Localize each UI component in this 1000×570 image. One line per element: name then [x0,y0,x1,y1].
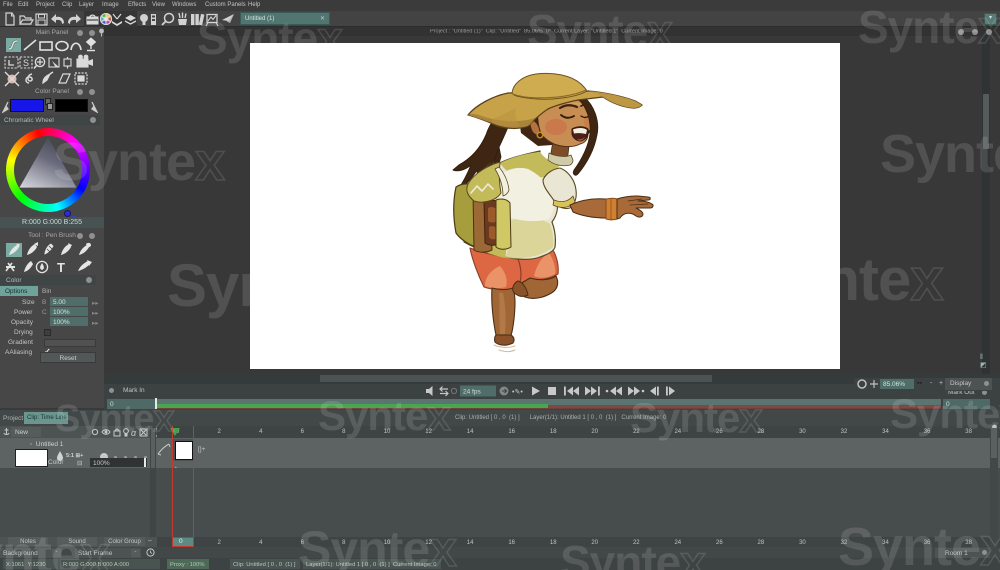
svg-text:α: α [131,428,137,438]
svg-text:24 fps: 24 fps [463,389,481,396]
svg-text:T: T [57,260,65,274]
svg-text:S: S [23,58,29,68]
svg-text:•✎•: •✎• [512,389,523,396]
